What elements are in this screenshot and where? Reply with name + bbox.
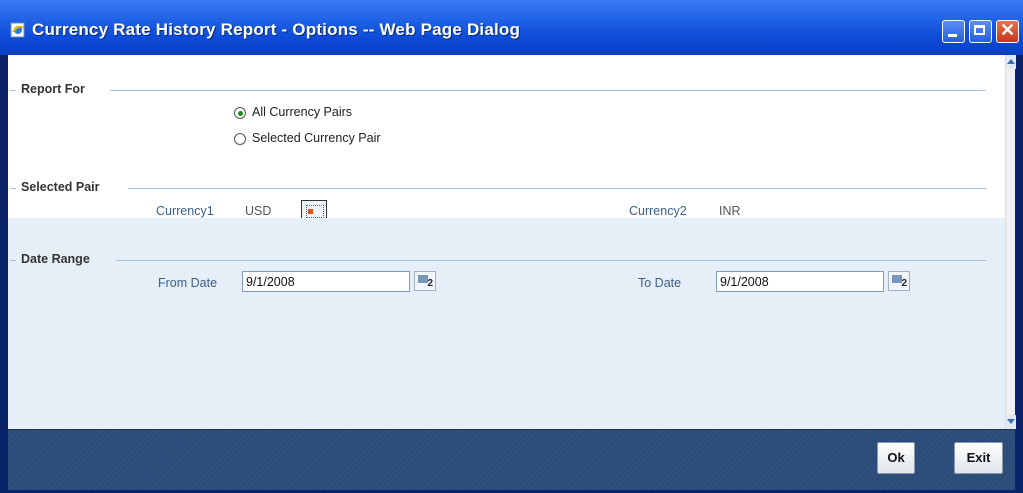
from-date-label: From Date	[158, 276, 218, 290]
section-divider	[128, 188, 986, 189]
selected-pair-heading: Selected Pair	[21, 180, 100, 194]
exit-button[interactable]: Exit	[954, 442, 1003, 474]
scroll-up-arrow-icon[interactable]	[1006, 55, 1016, 69]
ie-page-icon	[10, 22, 25, 38]
radio-label: All Currency Pairs	[252, 105, 353, 119]
currency1-label: Currency1	[156, 204, 214, 218]
calendar-glyph: 2	[901, 278, 907, 289]
footer-bar: Ok Exit	[8, 429, 1015, 490]
currency2-field[interactable]: INR	[719, 204, 741, 218]
section-divider	[110, 90, 986, 91]
dialog-window: Currency Rate History Report - Options -…	[0, 0, 1023, 493]
to-date-calendar-icon[interactable]: 2	[888, 271, 910, 291]
vertical-scrollbar[interactable]	[1005, 55, 1016, 429]
dialog-client-area: Report For All Currency Pairs Selected C…	[8, 55, 1016, 490]
to-date-label: To Date	[638, 276, 682, 290]
scroll-down-arrow-icon[interactable]	[1006, 415, 1016, 429]
currency2-label: Currency2	[629, 204, 687, 218]
calendar-glyph: 2	[427, 278, 433, 289]
date-range-heading: Date Range	[21, 252, 90, 266]
title-bar[interactable]: Currency Rate History Report - Options -…	[0, 0, 1023, 55]
minimize-button[interactable]	[942, 20, 965, 43]
ok-button[interactable]: Ok	[877, 442, 915, 474]
currency1-field[interactable]: USD	[245, 204, 271, 218]
lower-panel: Date Range From Date 9/1/2008 2 To Date …	[8, 218, 1005, 429]
to-date-input[interactable]: 9/1/2008	[716, 271, 884, 292]
radio-button[interactable]	[234, 133, 246, 145]
currency-lookup-button[interactable]	[301, 200, 327, 220]
report-for-heading: Report For	[21, 82, 85, 96]
close-icon: ✕	[999, 20, 1016, 40]
radio-button-selected[interactable]	[234, 107, 246, 119]
section-dash	[10, 90, 16, 91]
section-dash	[10, 260, 16, 261]
window-title: Currency Rate History Report - Options -…	[32, 20, 521, 39]
radio-label: Selected Currency Pair	[252, 131, 381, 145]
from-date-input[interactable]: 9/1/2008	[242, 271, 410, 292]
section-dash	[10, 188, 16, 189]
maximize-button[interactable]	[969, 20, 992, 43]
section-divider	[116, 260, 986, 261]
close-button[interactable]: ✕	[996, 20, 1019, 43]
upper-panel: Report For All Currency Pairs Selected C…	[8, 55, 1005, 220]
from-date-calendar-icon[interactable]: 2	[414, 271, 436, 291]
